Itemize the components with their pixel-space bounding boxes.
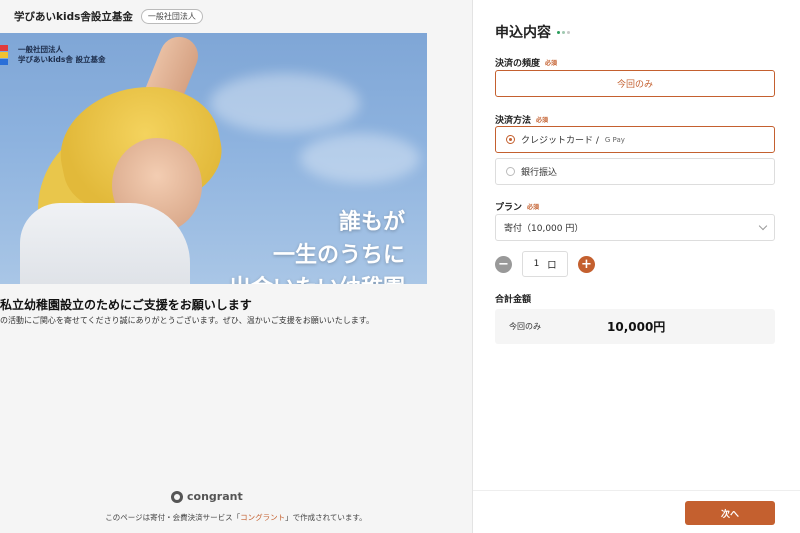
payment-option-label: クレジットカード / xyxy=(521,136,599,146)
org-header: 学びあいkids舎設立基金 一般社団法人 xyxy=(14,8,203,24)
hero-headline-line: 誰もが xyxy=(338,210,405,235)
frequency-option-once[interactable]: 今回のみ xyxy=(495,70,775,97)
quantity-value: 1 xyxy=(533,259,540,269)
hero-logo-text: 一般社団法人 学びあいkids舎 設立基金 xyxy=(18,45,106,64)
payment-method-label: 決済方法 必須 xyxy=(495,116,549,126)
quantity-field[interactable]: 1 口 xyxy=(522,251,568,277)
hero-image: 一般社団法人 学びあいkids舎 設立基金 誰もが 一生のうちに 出会いたい幼稚… xyxy=(0,33,427,284)
payment-option-bank-transfer[interactable]: 銀行振込 xyxy=(495,158,775,185)
hero-logo: 一般社団法人 学びあいkids舎 設立基金 xyxy=(0,45,106,65)
required-badge: 必須 xyxy=(545,60,558,67)
radio-unselected-icon[interactable] xyxy=(506,167,515,176)
form-footer: 次へ xyxy=(473,490,800,533)
total-amount: 10,000円 xyxy=(607,320,666,334)
donation-form: 申込内容 決済の頻度 必須 今回のみ 決済方法 必須 クレジットカード / G … xyxy=(472,0,800,533)
cloud xyxy=(210,73,360,133)
campaign-pane: 学びあいkids舎設立基金 一般社団法人 一般社団法人 学びあいkids舎 設立… xyxy=(0,0,472,533)
plan-selected-value: 寄付（10,000 円） xyxy=(504,224,584,234)
hero-headline-line: 一生のうちに xyxy=(272,243,405,268)
required-badge: 必須 xyxy=(527,204,540,211)
congrant-icon xyxy=(171,490,183,503)
quantity-unit: 口 xyxy=(547,260,557,271)
total-summary: 今回のみ 10,000円 xyxy=(495,309,775,344)
congrant-brand: congrant xyxy=(187,490,243,503)
hero-headline: 誰もが 一生のうちに 出会いたい幼稚園 xyxy=(229,206,405,284)
frequency-label: 決済の頻度 必須 xyxy=(495,59,558,69)
total-label: 合計金額 xyxy=(495,295,532,305)
hero-headline-line: 出会いたい幼稚園 xyxy=(229,272,405,284)
total-period: 今回のみ xyxy=(509,322,541,331)
campaign-title: 私立幼稚園設立のためにご支援をお願いします xyxy=(0,298,252,312)
chevron-down-icon xyxy=(758,221,768,231)
increment-button[interactable]: + xyxy=(578,255,595,273)
congrant-logo[interactable]: congrant xyxy=(171,490,243,503)
radio-selected-icon[interactable] xyxy=(506,135,515,144)
required-badge: 必須 xyxy=(536,117,549,124)
next-button[interactable]: 次へ xyxy=(685,501,775,525)
form-title: 申込内容 xyxy=(495,22,570,42)
org-type-badge: 一般社団法人 xyxy=(140,8,203,24)
org-name[interactable]: 学びあいkids舎設立基金 xyxy=(14,9,133,24)
child-shirt xyxy=(20,203,190,284)
payment-option-label: 銀行振込 xyxy=(521,168,558,178)
cloud xyxy=(300,133,420,183)
progress-dots xyxy=(557,30,570,34)
google-pay-icon: G Pay xyxy=(604,135,625,144)
payment-option-credit-card[interactable]: クレジットカード / G Pay xyxy=(495,126,775,153)
quantity-stepper: − 1 口 + xyxy=(495,251,595,277)
plan-label: プラン 必須 xyxy=(495,203,540,213)
logo-mark-icon xyxy=(0,45,12,65)
campaign-description: の活動にご関心を寄せてくださり誠にありがとうございます。ぜひ、温かいご支援をお願… xyxy=(0,316,374,325)
footer-note: このページは寄付・会費決済サービス「コングラント」で作成されています。 xyxy=(105,513,367,522)
congrant-link[interactable]: コングラント xyxy=(240,513,285,522)
decrement-button[interactable]: − xyxy=(495,255,512,273)
plan-select[interactable]: 寄付（10,000 円） xyxy=(495,214,775,241)
